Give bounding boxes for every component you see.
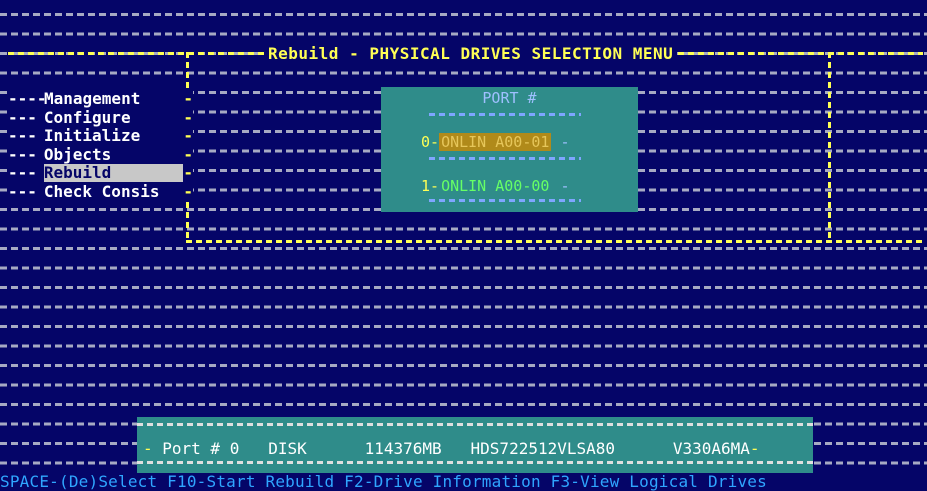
menu-item-marker: -: [183, 181, 193, 201]
menu-item-label: Initialize: [43, 126, 141, 146]
menu-item-label: Check Consis: [43, 181, 160, 201]
info-divider: [137, 423, 813, 426]
drive-info-bar: - Port # 0 DISK 114376MB HDS722512VLSA80…: [137, 417, 813, 477]
drive-status: ONLIN A00-01: [439, 133, 552, 151]
info-port: Port # 0: [162, 439, 240, 458]
menu-item-label: Objects: [43, 144, 112, 164]
drive-info-line: - Port # 0 DISK 114376MB HDS722512VLSA80…: [143, 439, 760, 458]
port-row-0[interactable]: 0- ONLIN A00-01 -: [421, 133, 570, 151]
menu-item-lead: ---: [8, 126, 37, 146]
menu-item-lead: ----: [8, 89, 47, 109]
frame-right-line: [828, 52, 831, 242]
port-divider: [429, 113, 581, 116]
menu-item-initialize[interactable]: --- Initialize -: [8, 127, 193, 146]
menu-title: Rebuild - PHYSICAL DRIVES SELECTION MENU: [264, 44, 678, 63]
menu-item-label: Management: [44, 89, 141, 109]
menu-item-label: Configure: [43, 107, 131, 127]
port-index: 1: [421, 177, 431, 195]
menu-item-management[interactable]: ---- Management -: [8, 90, 193, 109]
menu-item-marker: -: [183, 126, 193, 146]
menu-item-check-consistency[interactable]: --- Check Consis -: [8, 181, 193, 202]
info-model: HDS722512VLSA80: [470, 439, 616, 458]
menu-item-configure[interactable]: --- Configure -: [8, 107, 193, 128]
info-divider: [137, 461, 813, 464]
main-menu: ---- Management - --- Configure - --- In…: [8, 90, 193, 201]
port-divider: [429, 199, 581, 202]
port-header: PORT #: [482, 89, 537, 107]
menu-item-marker: -: [183, 89, 193, 109]
port-divider: [429, 157, 581, 160]
info-type: DISK: [268, 439, 307, 458]
menu-item-lead: ---: [8, 163, 37, 183]
menu-item-marker: -: [183, 144, 193, 164]
port-index: 0: [421, 133, 431, 151]
drive-status: ONLIN A00-00: [441, 177, 550, 195]
menu-item-marker: -: [183, 163, 193, 183]
menu-item-marker: -: [183, 107, 193, 127]
hotkey-status-bar: SPACE-(De)Select F10-Start Rebuild F2-Dr…: [0, 473, 927, 491]
menu-item-lead: ---: [8, 144, 37, 164]
port-row-1[interactable]: 1- ONLIN A00-00 -: [421, 177, 570, 195]
info-size: 114376MB: [364, 439, 442, 458]
menu-item-rebuild[interactable]: --- Rebuild -: [8, 164, 193, 183]
menu-item-lead: ---: [8, 107, 37, 127]
info-firmware: V330A6MA: [672, 439, 750, 458]
menu-item-objects[interactable]: --- Objects -: [8, 144, 193, 165]
menu-item-label: Rebuild: [43, 164, 184, 183]
frame-bottom-line: [186, 240, 923, 243]
menu-item-lead: ---: [8, 181, 37, 201]
port-selection-panel: PORT # 0- ONLIN A00-01 - 1- ONLIN A00-00 -: [381, 87, 638, 212]
